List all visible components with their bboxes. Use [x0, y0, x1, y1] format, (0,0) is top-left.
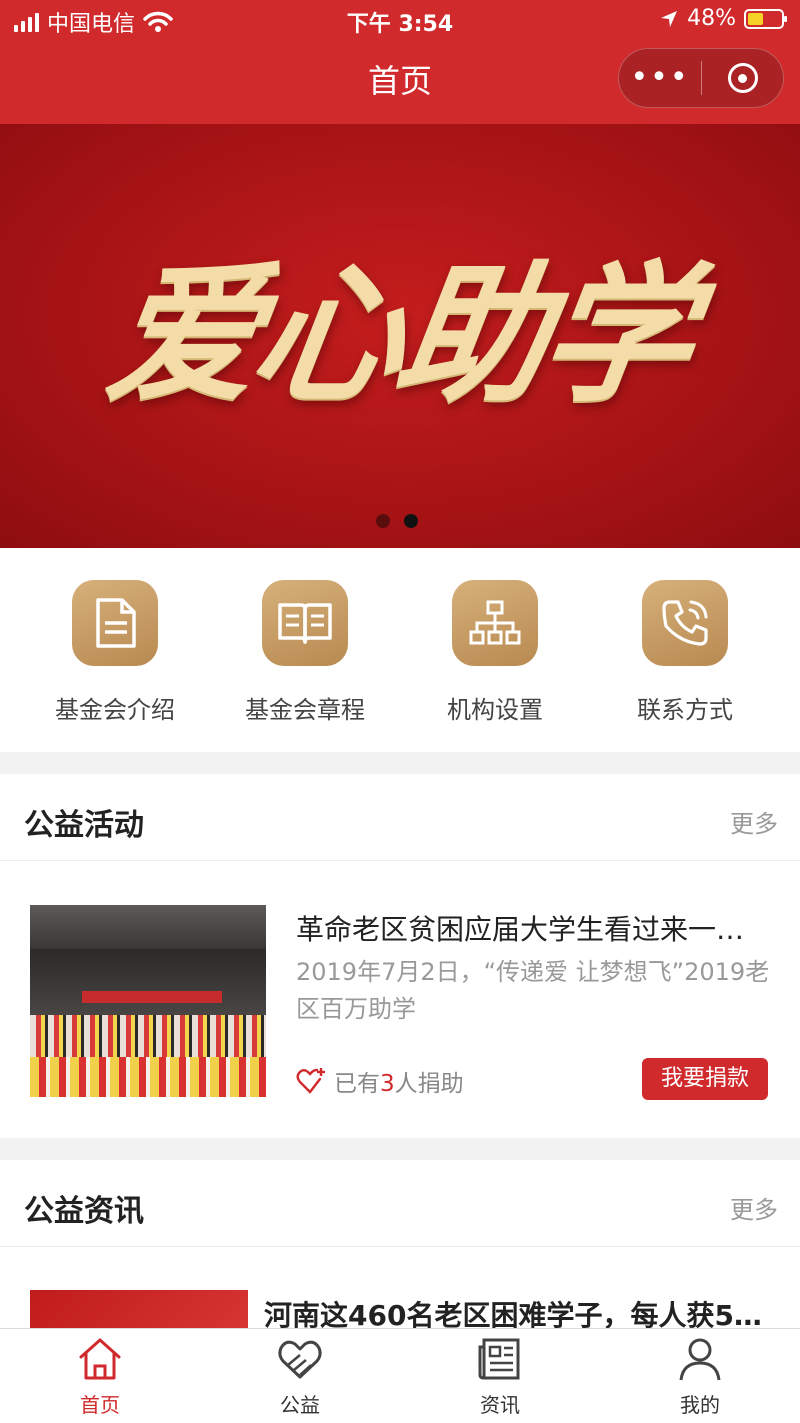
- tab-news[interactable]: 资讯: [400, 1335, 600, 1418]
- org-chart-icon: [452, 580, 538, 666]
- donated-suffix: 人捐助: [394, 1071, 464, 1097]
- quick-links: 基金会介绍 基金会章程 机构设置 联系方式: [0, 548, 800, 752]
- activity-description: 2019年7月2日，“传递爱 让梦想飞”2019老区百万助学: [296, 958, 770, 1023]
- news-photo: [30, 1290, 248, 1328]
- tab-home[interactable]: 首页: [0, 1335, 200, 1418]
- miniprogram-capsule: •••: [618, 48, 784, 108]
- home-icon: [79, 1338, 121, 1380]
- more-menu-button[interactable]: •••: [619, 49, 701, 107]
- book-icon: [262, 580, 348, 666]
- battery-icon: [744, 8, 787, 29]
- news-title: 河南这460名老区困难学子，每人获5…: [264, 1299, 762, 1328]
- quick-link-label: 机构设置: [447, 696, 543, 724]
- tab-bar: 首页 公益 资讯 我的: [0, 1328, 800, 1423]
- close-button[interactable]: [702, 63, 783, 93]
- quick-link-intro[interactable]: 基金会介绍: [20, 580, 210, 725]
- charity-heart-icon: [278, 1340, 322, 1379]
- activities-section: 公益活动 更多 革命老区贫困应届大学生看过来一… 2019年7月2日，“传递爱 …: [0, 774, 800, 1138]
- donated-prefix: 已有: [334, 1071, 380, 1097]
- donate-button[interactable]: 我要捐款: [642, 1058, 768, 1100]
- location-arrow-icon: [661, 10, 678, 27]
- tab-me[interactable]: 我的: [600, 1335, 800, 1418]
- activity-title: 革命老区贫困应届大学生看过来一…: [296, 913, 745, 946]
- section-header: 公益资讯 更多: [0, 1160, 800, 1247]
- more-link[interactable]: 更多: [730, 1190, 778, 1225]
- document-icon: [72, 580, 158, 666]
- battery-percent: 48%: [687, 6, 736, 31]
- quick-link-label: 联系方式: [637, 696, 733, 724]
- status-bar: 中国电信 下午 3:54 48%: [0, 0, 800, 40]
- tab-label: 公益: [280, 1393, 320, 1417]
- donation-count: 已有3人捐助: [296, 1064, 464, 1098]
- section-title: 公益活动: [24, 808, 144, 843]
- carousel-dot-active[interactable]: [404, 514, 418, 528]
- banner-calligraphy: 爱心助学: [97, 247, 699, 423]
- activity-photo: [30, 905, 266, 1097]
- more-link[interactable]: 更多: [730, 804, 778, 839]
- hero-banner[interactable]: 爱心助学: [0, 124, 800, 548]
- news-icon: [478, 1338, 520, 1380]
- news-section: 公益资讯 更多 河南这460名老区困难学子，每人获5…: [0, 1160, 800, 1328]
- heart-plus-icon: [296, 1068, 325, 1094]
- user-icon: [679, 1338, 721, 1381]
- section-title: 公益资讯: [24, 1194, 144, 1229]
- quick-link-label: 基金会介绍: [55, 696, 175, 724]
- donor-count: 3: [380, 1071, 395, 1097]
- quick-link-structure[interactable]: 机构设置: [400, 580, 590, 725]
- carousel-indicator: [376, 514, 418, 528]
- carousel-dot[interactable]: [376, 514, 390, 528]
- close-target-icon: [727, 63, 758, 93]
- tab-label: 我的: [680, 1393, 720, 1417]
- quick-link-label: 基金会章程: [245, 696, 365, 724]
- phone-icon: [642, 580, 728, 666]
- top-bar: 中国电信 下午 3:54 48% 首页 •••: [0, 0, 800, 124]
- tab-label: 资讯: [480, 1393, 520, 1417]
- quick-link-charter[interactable]: 基金会章程: [210, 580, 400, 725]
- section-header: 公益活动 更多: [0, 774, 800, 861]
- quick-link-contact[interactable]: 联系方式: [590, 580, 780, 725]
- tab-label: 首页: [80, 1393, 120, 1417]
- tab-charity[interactable]: 公益: [200, 1335, 400, 1418]
